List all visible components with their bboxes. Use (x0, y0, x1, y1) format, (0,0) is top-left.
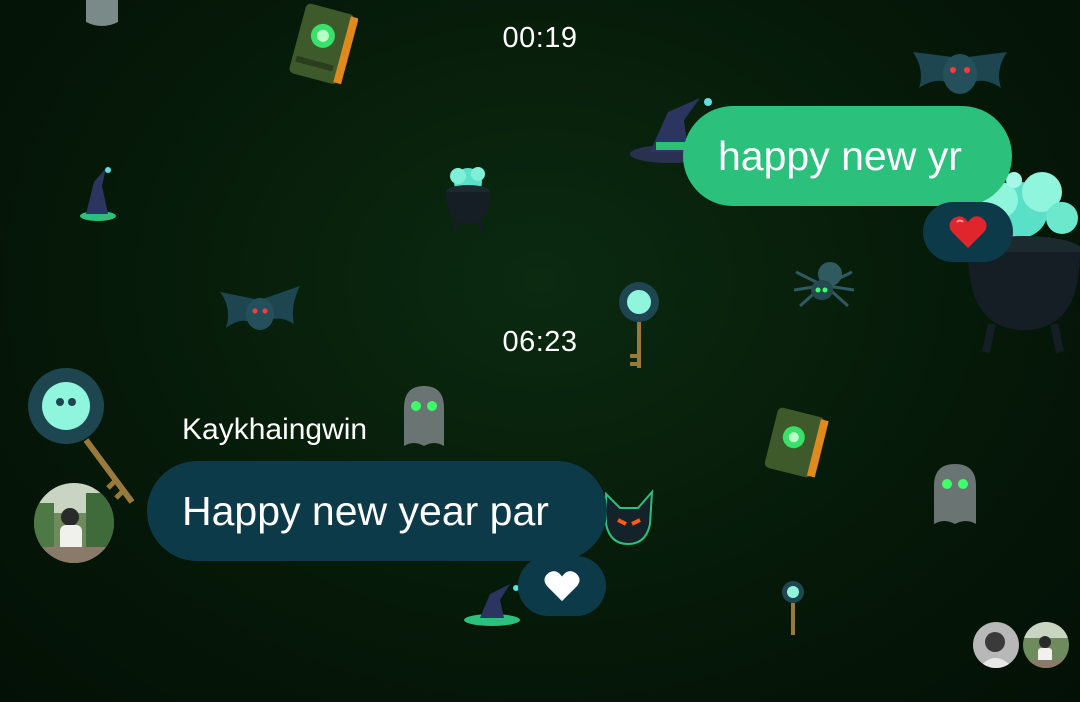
spellbook-icon (764, 407, 829, 478)
user-avatar-icon (1023, 622, 1069, 668)
avatar-photo (34, 483, 114, 563)
bat-icon (220, 286, 300, 330)
spellbook-icon (289, 3, 358, 85)
witch-hat-icon (464, 584, 520, 626)
timestamp: 00:19 (502, 22, 578, 54)
ghost-icon (934, 464, 976, 524)
skull-key-icon (782, 581, 804, 635)
reaction-badge[interactable] (518, 556, 606, 616)
bat-icon (913, 52, 1007, 94)
contact-avatar-icon (973, 622, 1019, 668)
received-message-bubble[interactable]: Happy new year par (147, 461, 607, 561)
ghost-icon (404, 386, 444, 446)
cauldron-icon (446, 167, 490, 233)
timestamp: 06:23 (502, 326, 578, 358)
white-heart-icon (544, 571, 580, 602)
reaction-badge[interactable] (923, 202, 1013, 262)
read-receipt-avatar (973, 622, 1019, 668)
witch-hat-icon (80, 167, 116, 221)
spider-icon (793, 262, 855, 308)
avatar[interactable] (34, 483, 114, 563)
message-text: Happy new year par (182, 487, 549, 534)
ghost-icon (86, 0, 118, 26)
sender-name: Kaykhaingwin (182, 413, 368, 446)
sent-message-bubble[interactable]: happy new yr (683, 106, 1012, 206)
red-heart-icon (949, 216, 987, 248)
message-text: happy new yr (718, 132, 962, 179)
skull-key-icon (619, 282, 659, 368)
read-receipt-avatar (1023, 622, 1069, 668)
